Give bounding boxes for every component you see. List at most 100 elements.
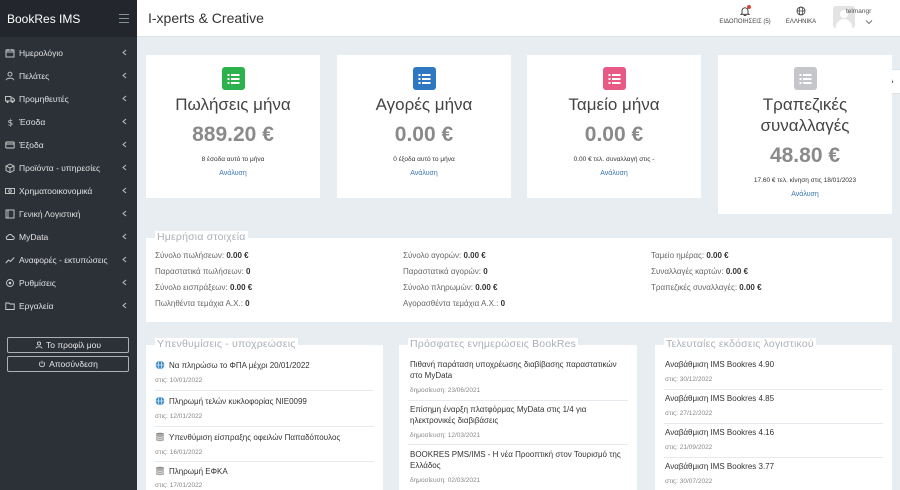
list-icon xyxy=(412,67,436,90)
daily-stat-row: Συναλλαγές καρτών: 0.00 € xyxy=(651,267,749,276)
stat-subtitle: 17.60 € τελ. κίνηση στις 18/01/2023 xyxy=(753,177,857,184)
list-item[interactable]: Αναβάθμιση IMS Bookres 3.77 στις: 30/07/… xyxy=(655,462,892,485)
sidebar-item-finance[interactable]: Χρηματοοικονομικά xyxy=(0,179,137,202)
stat-analysis-link[interactable]: Ανάλυση xyxy=(527,170,701,177)
chevron-left-icon xyxy=(122,164,127,171)
stat-card-purchases: Αγορές μήνα 0.00 € 0 έξοδα αυτό το μήνα … xyxy=(337,55,511,198)
chevron-left-icon xyxy=(122,279,127,286)
sidebar-item-accounting[interactable]: Γενική Λογιστική xyxy=(0,202,137,225)
list-item[interactable]: Υπενθύμιση είσπραξης οφειλών Παπαδόπουλο… xyxy=(146,432,383,457)
username[interactable]: telmangr xyxy=(846,8,871,15)
sidebar-item-products[interactable]: Προϊόντα - υπηρεσίες xyxy=(0,156,137,179)
stat-card-sales: Πωλήσεις μήνα 889.20 € 8 έσοδα αυτό το μ… xyxy=(146,55,320,198)
news-title[interactable]: Πιθανή παράταση υποχρέωσης διαβίβασης πα… xyxy=(410,359,628,381)
stat-value: 889.20 € xyxy=(192,123,274,146)
sidebar-item-customers[interactable]: Πελάτες xyxy=(0,64,137,87)
list-icon xyxy=(221,67,245,90)
daily-stat-row: Σύνολο εισπράξεων: 0.00 € xyxy=(155,283,253,292)
sidebar-item-label: Γενική Λογιστική xyxy=(19,208,81,219)
daily-stat-row: Αγορασθέντα τεμάχια Α.Χ.: 0 xyxy=(403,299,506,308)
dollar-icon: $ xyxy=(5,117,15,127)
sidebar-item-expenses[interactable]: Έξοδα xyxy=(0,133,137,156)
sidebar-item-income[interactable]: $ Έσοδα xyxy=(0,110,137,133)
user-icon xyxy=(35,341,43,349)
sidebar-item-reports[interactable]: Αναφορές - εκτυπώσεις xyxy=(0,248,137,271)
list-icon xyxy=(602,67,626,90)
version-title[interactable]: Αναβάθμιση IMS Bookres 4.85 xyxy=(665,394,892,403)
stat-value: 0.00 € xyxy=(584,123,644,146)
logout-button[interactable]: Αποσύνδεση xyxy=(7,356,129,372)
list-item[interactable]: BOOKRES PMS/IMS - Η νέα Προοπτική στον Τ… xyxy=(399,449,637,484)
power-icon xyxy=(39,360,46,368)
book-icon xyxy=(5,209,15,219)
sidebar-item-calendar[interactable]: Ημερολόγιο xyxy=(0,41,137,64)
list-item[interactable]: Αναβάθμιση IMS Bookres 4.85 στις: 27/12/… xyxy=(655,394,892,417)
stat-analysis-link[interactable]: Ανάλυση xyxy=(337,170,511,177)
chevron-left-icon xyxy=(122,49,127,56)
company-name: I-xperts & Creative xyxy=(148,10,264,26)
brand-bar: BookRes IMS xyxy=(0,0,137,37)
money-icon xyxy=(5,186,15,196)
box-icon xyxy=(5,162,15,173)
sidebar-item-settings[interactable]: Ρυθμίσεις xyxy=(0,271,137,294)
version-title[interactable]: Αναβάθμιση IMS Bookres 4.16 xyxy=(665,428,892,437)
credit-card-icon xyxy=(5,140,15,150)
stat-card-cash: Ταμείο μήνα 0.00 € 0.00 € τελ. συναλλαγή… xyxy=(527,55,701,198)
list-item[interactable]: Επίσημη έναρξη πλατφόρμας MyData στις 1/… xyxy=(399,404,637,439)
chart-line-icon xyxy=(5,255,15,265)
chevron-left-icon xyxy=(122,95,127,102)
version-title[interactable]: Αναβάθμιση IMS Bookres 3.77 xyxy=(665,462,892,471)
version-date: στις: 30/07/2022 xyxy=(665,478,713,485)
sidebar-item-suppliers[interactable]: Προμηθευτές xyxy=(0,87,137,110)
stat-subtitle: 0 έξοδα αυτό το μήνα xyxy=(393,156,455,163)
daily-stats-panel: Ημερήσια στοιχεία Σύνολο πωλήσεων: 0.00 … xyxy=(146,231,892,322)
notifications-button[interactable]: ΕΙΔΟΠΟΙΗΣΕΙΣ (5) xyxy=(719,5,771,25)
stat-card-bank: Τραπεζικές συναλλαγές 48.80 € 17.60 € τε… xyxy=(718,55,892,214)
news-date: δημοσίευση: 02/03/2021 xyxy=(410,477,481,484)
panel-title: Τελευταίες εκδόσεις λογιστικού xyxy=(664,338,816,350)
news-title[interactable]: Επίσημη έναρξη πλατφόρμας MyData στις 1/… xyxy=(410,404,628,426)
list-item[interactable]: Αναβάθμιση IMS Bookres 4.90 στις: 30/12/… xyxy=(655,360,892,383)
globe-icon xyxy=(155,360,165,370)
version-title[interactable]: Αναβάθμιση IMS Bookres 4.90 xyxy=(665,360,892,369)
brand-title: BookRes IMS xyxy=(7,11,81,26)
chevron-left-icon xyxy=(122,302,127,309)
stat-analysis-link[interactable]: Ανάλυση xyxy=(718,191,892,198)
versions-panel: Τελευταίες εκδόσεις λογιστικού Αναβάθμισ… xyxy=(655,338,892,490)
news-date: δημοσίευση: 23/06/2021 xyxy=(410,387,481,394)
chevron-left-icon xyxy=(122,210,127,217)
reminder-title: Πληρωμή τελών κυκλοφορίας ΝΙΕ0099 xyxy=(169,396,307,406)
panel-title: Πρόσφατες ενημερώσεις BookRes xyxy=(408,338,579,350)
news-title[interactable]: BOOKRES PMS/IMS - Η νέα Προοπτική στον Τ… xyxy=(410,449,628,471)
hamburger-icon[interactable] xyxy=(119,14,129,23)
stat-title: Αγορές μήνα xyxy=(375,95,473,114)
notification-dot xyxy=(747,5,751,9)
stat-value: 48.80 € xyxy=(769,144,841,167)
stat-analysis-link[interactable]: Ανάλυση xyxy=(146,170,320,177)
settings-icon xyxy=(5,278,15,288)
sidebar-item-mydata[interactable]: MyData xyxy=(0,225,137,248)
list-icon xyxy=(793,67,817,90)
profile-button[interactable]: Το προφίλ μου xyxy=(7,337,129,353)
sidebar-item-tools[interactable]: Εργαλεία xyxy=(0,294,137,317)
list-item[interactable]: Πληρωμή ΕΦΚΑ στις: 17/01/2022 xyxy=(146,466,383,490)
divider xyxy=(155,461,374,462)
list-item[interactable]: Πληρωμή τελών κυκλοφορίας ΝΙΕ0099 στις: … xyxy=(146,396,383,420)
svg-text:$: $ xyxy=(8,118,14,127)
version-date: στις: 27/12/2022 xyxy=(665,410,713,417)
divider xyxy=(155,390,374,391)
daily-stat-row: Παραστατικά πωλήσεων: 0 xyxy=(155,267,251,276)
list-item[interactable]: Πιθανή παράταση υποχρέωσης διαβίβασης πα… xyxy=(399,359,637,394)
list-item[interactable]: Να πληρώσω το ΦΠΑ μέχρι 20/01/2022 στις:… xyxy=(146,360,383,384)
panel-title: Υπενθυμίσεις - υποχρεώσεις xyxy=(155,338,298,350)
chevron-down-icon[interactable] xyxy=(865,19,873,25)
list-item[interactable]: Αναβάθμιση IMS Bookres 4.16 στις: 21/09/… xyxy=(655,428,892,451)
reminder-date: στις: 12/01/2022 xyxy=(155,413,203,420)
sidebar-item-label: Πελάτες xyxy=(19,70,50,81)
reminder-date: στις: 10/01/2022 xyxy=(155,377,203,384)
stat-subtitle: 8 έσοδα αυτό το μήνα xyxy=(201,156,265,163)
panel-title: Ημερήσια στοιχεία xyxy=(155,231,248,243)
language-button[interactable]: ΕΛΛΗΝΙΚΑ xyxy=(781,6,821,25)
folder-icon xyxy=(5,301,15,311)
reminder-title: Να πληρώσω το ΦΠΑ μέχρι 20/01/2022 xyxy=(169,360,310,370)
